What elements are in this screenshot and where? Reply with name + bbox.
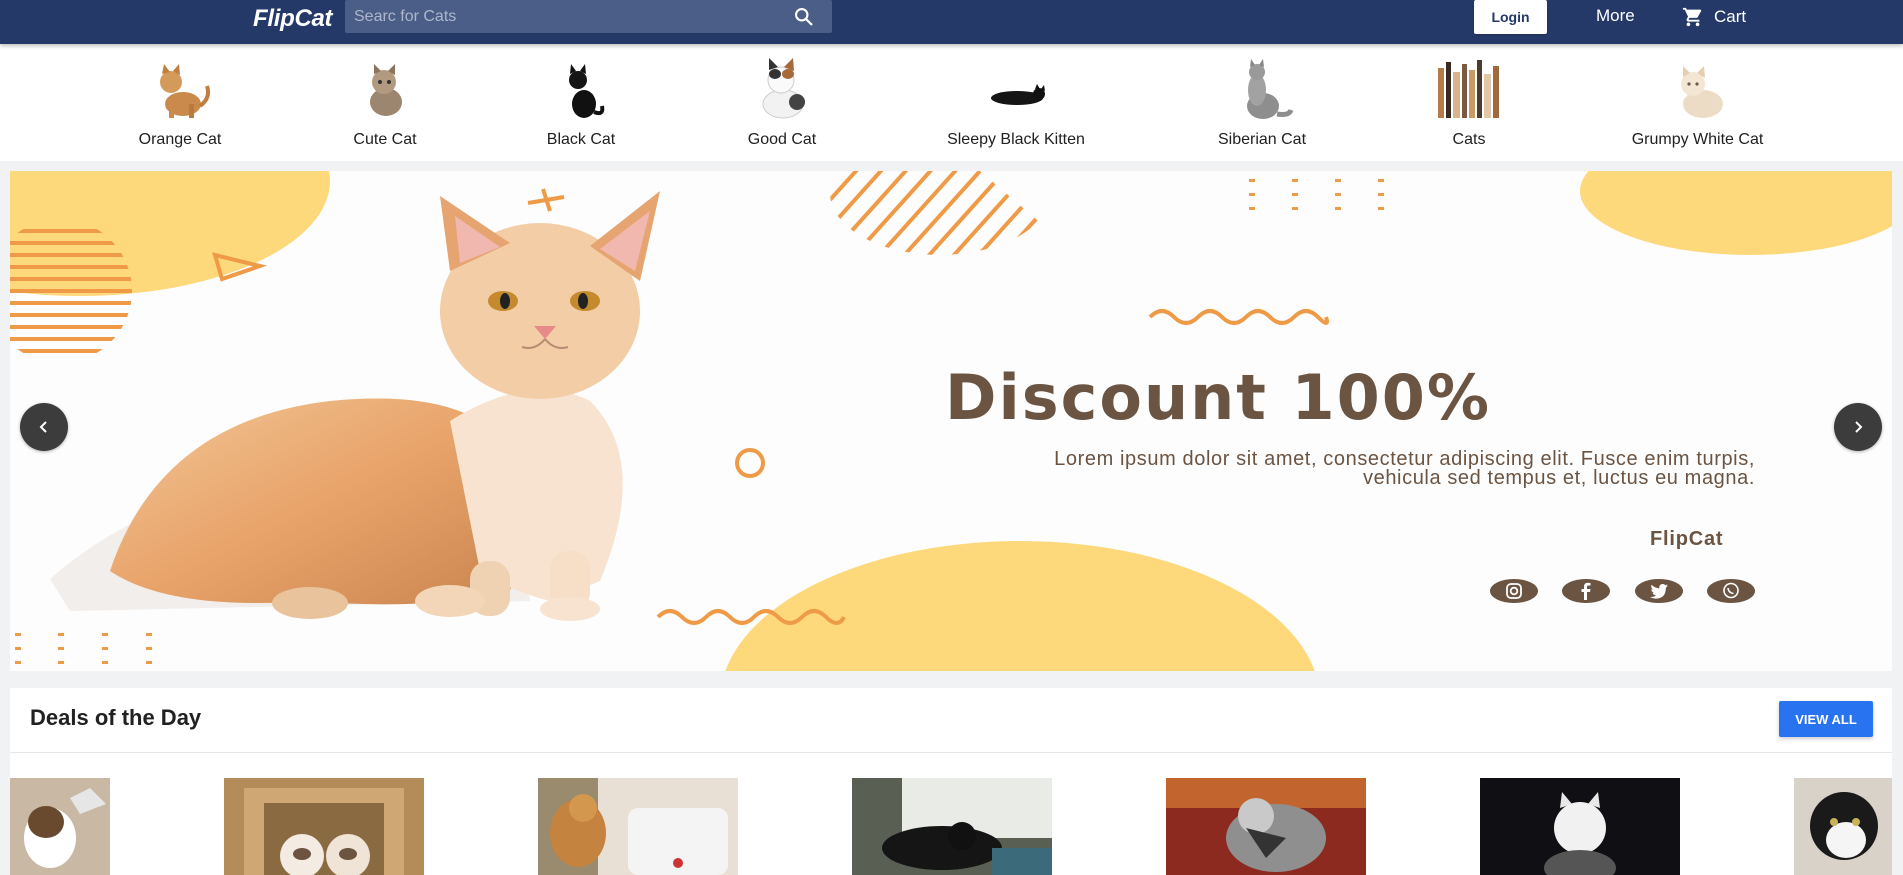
black-cat-thumbnail — [569, 64, 605, 118]
deal-item-image[interactable] — [1794, 778, 1892, 875]
facebook-icon[interactable] — [1562, 579, 1610, 603]
category-label: Good Cat — [747, 131, 817, 148]
search-icon[interactable] — [793, 6, 814, 27]
deal-item-image[interactable] — [1480, 778, 1680, 875]
deal-item-image[interactable] — [852, 778, 1052, 875]
grumpy-white-cat-thumbnail — [1680, 66, 1723, 118]
carousel-prev-button[interactable] — [20, 403, 68, 451]
login-button[interactable]: Login — [1474, 0, 1547, 34]
category-label: Orange Cat — [138, 131, 222, 148]
cart-icon — [1682, 7, 1702, 27]
deal-item-image[interactable] — [10, 778, 110, 875]
category-label: Black Cat — [546, 131, 616, 148]
category-siberian-cat[interactable]: Siberian Cat — [1207, 58, 1317, 149]
category-sleepy-black-kitten[interactable]: Sleepy Black Kitten — [940, 58, 1092, 149]
instagram-icon[interactable] — [1490, 579, 1538, 603]
chevron-right-icon — [1855, 421, 1863, 433]
category-good-cat[interactable]: Good Cat — [727, 58, 837, 149]
banner-title: Discount 100% — [945, 361, 1492, 434]
banner-brand: FlipCat — [1650, 528, 1724, 550]
deal-item-image[interactable] — [538, 778, 738, 875]
whatsapp-icon[interactable] — [1707, 579, 1755, 603]
category-label: Cats — [1452, 131, 1486, 148]
logo[interactable]: FlipCat — [253, 4, 333, 34]
search-bar — [345, 0, 832, 33]
good-cat-thumbnail — [762, 58, 805, 119]
cart-button[interactable]: Cart — [1682, 6, 1746, 28]
deal-item-image[interactable] — [1166, 778, 1366, 875]
category-cute-cat[interactable]: Cute Cat — [330, 58, 440, 149]
chevron-left-icon — [39, 421, 47, 433]
more-menu[interactable]: More — [1596, 6, 1635, 26]
category-label: Cute Cat — [353, 131, 417, 148]
deal-item-image[interactable] — [224, 778, 424, 875]
top-navbar: FlipCat Login More Cart — [0, 0, 1903, 44]
category-orange-cat[interactable]: Orange Cat — [125, 58, 235, 149]
sleepy-black-kitten-thumbnail — [991, 84, 1045, 105]
twitter-icon[interactable] — [1635, 579, 1683, 603]
orange-cat-thumbnail — [160, 64, 211, 118]
category-black-cat[interactable]: Black Cat — [526, 58, 636, 149]
banner-text: Lorem ipsum dolor sit amet, consectetur … — [1054, 448, 1755, 489]
category-cats[interactable]: Cats — [1414, 58, 1524, 149]
search-input[interactable] — [345, 0, 785, 33]
category-label: Sleepy Black Kitten — [947, 131, 1085, 148]
deals-title: Deals of the Day — [30, 705, 202, 730]
cart-label: Cart — [1714, 7, 1747, 26]
category-strip: Orange Cat Cute Cat Black Cat Good Cat S… — [0, 44, 1903, 161]
cute-cat-thumbnail — [370, 64, 402, 116]
category-label: Siberian Cat — [1217, 131, 1307, 148]
hero-carousel: Discount 100% Lorem ipsum dolor sit amet… — [10, 171, 1892, 671]
category-grumpy-white-cat[interactable]: Grumpy White Cat — [1620, 58, 1775, 149]
deals-section: Deals of the Day VIEW ALL — [10, 688, 1892, 875]
view-all-button[interactable]: VIEW ALL — [1779, 701, 1873, 737]
cats-thumbnail — [1438, 60, 1499, 118]
carousel-next-button[interactable] — [1834, 403, 1882, 451]
divider — [10, 752, 1892, 753]
category-label: Grumpy White Cat — [1631, 131, 1764, 148]
siberian-cat-thumbnail — [1247, 59, 1294, 119]
